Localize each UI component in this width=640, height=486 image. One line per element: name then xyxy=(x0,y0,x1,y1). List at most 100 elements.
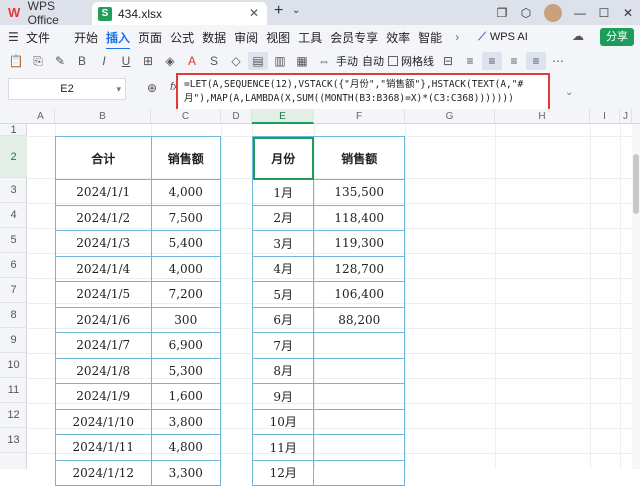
column-header-e[interactable]: E xyxy=(252,109,314,124)
scrollbar-thumb[interactable] xyxy=(633,154,639,214)
wrap-text-icon[interactable]: ▤ xyxy=(248,52,268,70)
font-color-icon[interactable]: A xyxy=(182,52,202,70)
row-header-8[interactable]: 8 xyxy=(0,303,27,328)
value-cell[interactable]: 5,300 xyxy=(150,357,221,384)
menu-data[interactable]: 数据 xyxy=(202,29,226,46)
copy-icon[interactable]: ⎘ xyxy=(28,52,48,70)
column-header-j[interactable]: J xyxy=(620,109,632,124)
underline-icon[interactable]: U xyxy=(116,52,136,70)
label-cell[interactable]: 7月 xyxy=(251,332,315,359)
auto-dropdown[interactable]: 自动 xyxy=(362,53,384,69)
column-header-h[interactable]: H xyxy=(495,109,590,124)
bold-icon[interactable]: B xyxy=(72,52,92,70)
label-cell[interactable]: 2024/1/12 xyxy=(55,459,152,486)
app-home-tab[interactable]: W WPS Office xyxy=(0,0,88,27)
column-header-g[interactable]: G xyxy=(405,109,495,124)
merge-cells-icon[interactable]: ▥ xyxy=(270,52,290,70)
label-cell[interactable]: 5月 xyxy=(251,281,315,308)
manual-dropdown[interactable]: 手动 xyxy=(336,53,358,69)
menu-home[interactable]: 开始 xyxy=(74,29,98,46)
paste-icon[interactable]: 📋 xyxy=(6,52,26,70)
value-cell[interactable] xyxy=(313,408,405,435)
new-tab-button[interactable]: + xyxy=(274,2,283,20)
avatar[interactable] xyxy=(544,3,562,22)
label-cell[interactable]: 2024/1/5 xyxy=(55,281,152,308)
minimize-icon[interactable]: — xyxy=(568,6,592,20)
format-painter-icon[interactable]: ✎ xyxy=(50,52,70,70)
align-right-icon[interactable]: ≡ xyxy=(504,52,524,70)
italic-icon[interactable]: I xyxy=(94,52,114,70)
label-cell[interactable]: 2024/1/3 xyxy=(55,230,152,257)
label-cell[interactable]: 2024/1/4 xyxy=(55,255,152,282)
column-header-b[interactable]: B xyxy=(55,109,151,124)
close-tab-icon[interactable]: ✕ xyxy=(249,6,259,20)
label-cell[interactable]: 2024/1/1 xyxy=(55,179,152,206)
value-cell[interactable]: 118,400 xyxy=(313,204,405,231)
value-cell[interactable]: 119,300 xyxy=(313,230,405,257)
align-justify-icon[interactable]: ≡ xyxy=(526,52,546,70)
value-cell[interactable]: 5,400 xyxy=(150,230,221,257)
menu-tools[interactable]: 工具 xyxy=(298,29,322,46)
label-cell[interactable]: 2024/1/6 xyxy=(55,306,152,333)
column-header-a[interactable]: A xyxy=(27,109,55,124)
column-header-d[interactable]: D xyxy=(221,109,252,124)
row-header-9[interactable]: 9 xyxy=(0,328,27,353)
maximize-icon[interactable]: ☐ xyxy=(592,6,616,20)
wps-ai-button[interactable]: ⟋ WPS AI xyxy=(478,31,528,44)
align-center-icon[interactable]: ≡ xyxy=(482,52,502,70)
name-box[interactable]: E2 ▾ xyxy=(8,78,126,100)
value-cell[interactable] xyxy=(313,383,405,410)
value-cell[interactable]: 4,000 xyxy=(150,179,221,206)
formula-input[interactable]: =LET(A,SEQUENCE(12),VSTACK({"月份","销售额"},… xyxy=(176,73,550,113)
row-header-13[interactable]: 13 xyxy=(0,428,27,453)
column-header-c[interactable]: C xyxy=(151,109,221,124)
value-cell[interactable]: 6,900 xyxy=(150,332,221,359)
value-cell[interactable]: 135,500 xyxy=(313,179,405,206)
hamburger-menu-icon[interactable]: ☰ xyxy=(8,30,22,44)
menu-efficiency[interactable]: 效率 xyxy=(386,29,410,46)
label-cell[interactable]: 2024/1/7 xyxy=(55,332,152,359)
menu-file[interactable]: 文件 xyxy=(26,29,50,46)
align-left-icon[interactable]: ≡ xyxy=(460,52,480,70)
value-cell[interactable]: 7,200 xyxy=(150,281,221,308)
column-header-i[interactable]: I xyxy=(590,109,620,124)
label-cell[interactable]: 6月 xyxy=(251,306,315,333)
column-header-f[interactable]: F xyxy=(314,109,405,124)
freeze-icon[interactable]: ▦ xyxy=(292,52,312,70)
cloud-sync-icon[interactable]: ☁ xyxy=(572,29,584,43)
tab-list-chevron-icon[interactable]: ⌄ xyxy=(292,5,300,16)
value-cell[interactable]: 3,300 xyxy=(150,459,221,486)
chevron-right-icon[interactable]: › xyxy=(450,30,464,44)
menu-review[interactable]: 审阅 xyxy=(234,29,258,46)
restore-icon[interactable]: ❐ xyxy=(490,6,514,20)
row-header-10[interactable]: 10 xyxy=(0,353,27,378)
label-cell[interactable]: 12月 xyxy=(251,459,315,486)
cube-icon[interactable]: ⬡ xyxy=(514,6,538,20)
value-cell[interactable]: 106,400 xyxy=(313,281,405,308)
fill-color-icon[interactable]: ◈ xyxy=(160,52,180,70)
value-cell[interactable]: 3,800 xyxy=(150,408,221,435)
label-cell[interactable]: 2024/1/11 xyxy=(55,434,152,461)
menu-insert[interactable]: 插入 xyxy=(106,29,131,50)
label-cell[interactable]: 2024/1/9 xyxy=(55,383,152,410)
label-cell[interactable]: 2024/1/10 xyxy=(55,408,152,435)
header-cell[interactable]: 合计 xyxy=(55,136,152,180)
value-cell[interactable] xyxy=(313,434,405,461)
more-icon[interactable]: ⋯ xyxy=(548,52,568,70)
value-cell[interactable]: 4,000 xyxy=(150,255,221,282)
spreadsheet-grid[interactable]: ABCDEFGHIJ 1 2 3 4 5 6 7 8 9 10 11 12 13 合计 销售额 2024/1… xyxy=(0,109,640,486)
label-cell[interactable]: 2月 xyxy=(251,204,315,231)
value-cell[interactable]: 7,500 xyxy=(150,204,221,231)
label-cell[interactable]: 2024/1/8 xyxy=(55,357,152,384)
label-cell[interactable]: 1月 xyxy=(251,179,315,206)
menu-formula[interactable]: 公式 xyxy=(170,29,194,46)
share-button[interactable]: 分享 xyxy=(600,28,634,46)
value-cell[interactable]: 88,200 xyxy=(313,306,405,333)
row-header-7[interactable]: 7 xyxy=(0,278,27,303)
label-cell[interactable]: 2024/1/2 xyxy=(55,204,152,231)
header-cell[interactable]: 销售额 xyxy=(150,136,221,180)
label-cell[interactable]: 4月 xyxy=(251,255,315,282)
value-cell[interactable]: 300 xyxy=(150,306,221,333)
row-header-12[interactable]: 12 xyxy=(0,403,27,428)
vertical-scrollbar[interactable] xyxy=(632,124,640,469)
